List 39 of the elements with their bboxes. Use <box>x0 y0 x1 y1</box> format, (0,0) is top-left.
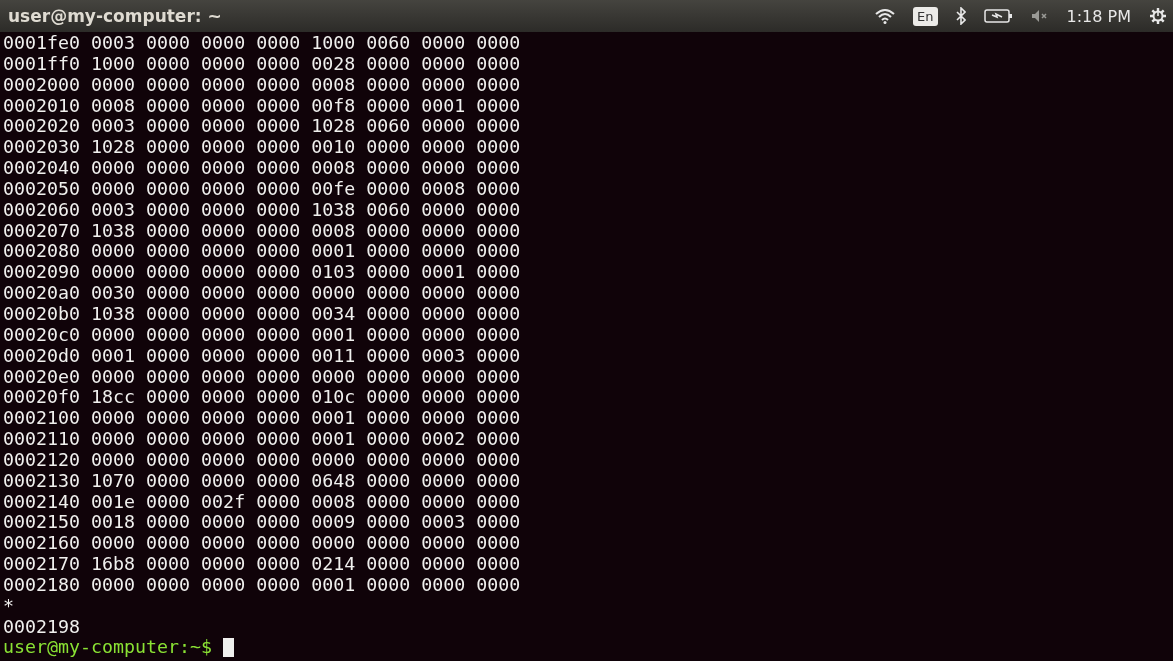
keyboard-layout-indicator[interactable]: En <box>913 6 938 26</box>
output-line: 00020b0 1038 0000 0000 0000 0034 0000 0000 0000 <box>3 303 521 325</box>
shell-prompt: user@my-computer:~$ <box>3 637 213 659</box>
output-line: 0001fe0 0003 0000 0000 0000 1000 0060 0000 0000 <box>3 33 521 54</box>
output-line: 0002180 0000 0000 0000 0000 0001 0000 0000 0000 <box>3 574 521 596</box>
output-line: 0002160 0000 0000 0000 0000 0000 0000 0000 0000 <box>3 533 521 555</box>
output-line: 0002050 0000 0000 0000 0000 00fe 0000 0008 0000 <box>3 178 521 200</box>
output-line: 0002010 0008 0000 0000 0000 00f8 0000 0001 0000 <box>3 95 521 117</box>
output-line: 0002150 0018 0000 0000 0000 0009 0000 0003 0000 <box>3 512 521 534</box>
output-line: 0002130 1070 0000 0000 0000 0648 0000 0000 0000 <box>3 470 521 492</box>
output-line: 00020f0 18cc 0000 0000 0000 010c 0000 0000 0000 <box>3 387 521 409</box>
output-line: 00020a0 0030 0000 0000 0000 0000 0000 0000 0000 <box>3 283 521 304</box>
output-line: 0002040 0000 0000 0000 0000 0008 0000 0000 0000 <box>3 158 521 179</box>
window-title: user@my-computer: ~ <box>8 6 222 26</box>
bluetooth-icon[interactable] <box>955 7 966 25</box>
output-line: 0002000 0000 0000 0000 0000 0008 0000 0000 0000 <box>3 74 521 96</box>
output-line: 0002080 0000 0000 0000 0000 0001 0000 0000 0000 <box>3 241 521 263</box>
output-line: 00020e0 0000 0000 0000 0000 0000 0000 0000 0000 <box>3 366 521 388</box>
wifi-icon[interactable] <box>875 8 896 24</box>
output-line: 0002060 0003 0000 0000 0000 1038 0060 0000 0000 <box>3 199 521 221</box>
output-line: * <box>3 595 14 617</box>
output-line: 0002070 1038 0000 0000 0000 0008 0000 0000 0000 <box>3 220 521 242</box>
output-line: 0001ff0 1000 0000 0000 0000 0028 0000 0000 0000 <box>3 53 521 75</box>
battery-charging-icon[interactable] <box>983 8 1013 24</box>
output-line: 0002100 0000 0000 0000 0000 0001 0000 0000 0000 <box>3 408 521 430</box>
output-line: 0002090 0000 0000 0000 0000 0103 0000 0001 0000 <box>3 262 521 284</box>
output-line: 0002170 16b8 0000 0000 0000 0214 0000 0000 0000 <box>3 554 521 575</box>
output-line: 0002120 0000 0000 0000 0000 0000 0000 0000 0000 <box>3 449 521 471</box>
volume-muted-icon[interactable] <box>1030 8 1047 24</box>
output-line: 0002030 1028 0000 0000 0000 0010 0000 0000 0000 <box>3 137 521 159</box>
output-line: 00020c0 0000 0000 0000 0000 0001 0000 0000 0000 <box>3 324 521 346</box>
output-line: 0002140 001e 0000 002f 0000 0008 0000 0000 0000 <box>3 491 521 513</box>
output-line: 0002110 0000 0000 0000 0000 0001 0000 0002 0000 <box>3 429 521 450</box>
text-cursor <box>223 638 235 658</box>
power-settings-icon[interactable] <box>1149 7 1167 25</box>
output-line: 0002198 <box>3 616 81 638</box>
output-line: 00020d0 0001 0000 0000 0000 0011 0000 0003 0000 <box>3 345 521 367</box>
output-line: 0002020 0003 0000 0000 0000 1028 0060 0000 0000 <box>3 116 521 138</box>
clock[interactable]: 1:18 PM <box>1066 6 1131 26</box>
